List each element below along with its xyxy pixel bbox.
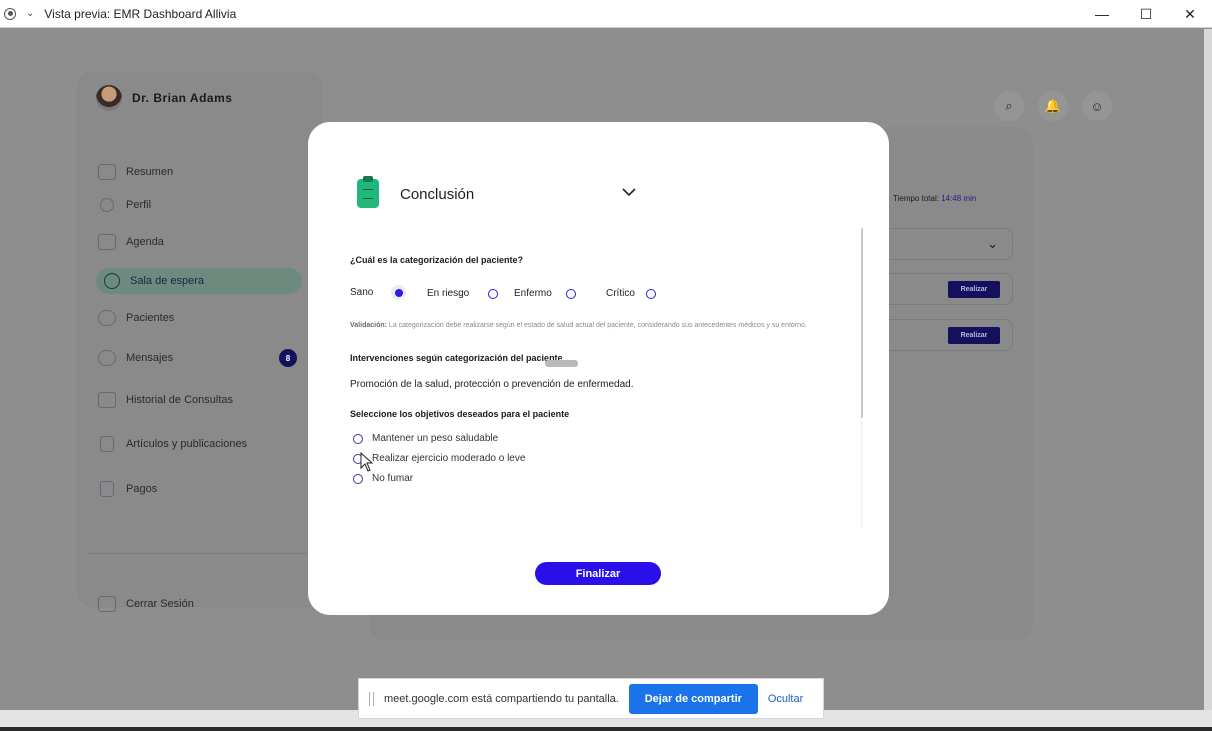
- finalize-button[interactable]: Finalizar: [535, 562, 661, 585]
- search-icon[interactable]: ⌕: [994, 91, 1024, 121]
- screen-share-bar: meet.google.com está compartiendo tu pan…: [358, 678, 824, 719]
- total-time: Tiempo total: 14:48 min: [893, 194, 977, 203]
- sidebar-item-pagos[interactable]: Pagos: [98, 476, 303, 502]
- chevron-down-icon[interactable]: [621, 184, 637, 200]
- clipboard-icon: [357, 176, 379, 208]
- window-title: Vista previa: EMR Dashboard Allivia: [44, 6, 237, 21]
- conclusion-modal: Conclusión ¿Cuál es la categorización de…: [308, 122, 889, 615]
- interventions-text: Promoción de la salud, protección o prev…: [350, 379, 634, 390]
- category-label-en-riesgo: En riesgo: [427, 288, 470, 299]
- realizar-button[interactable]: Realizar: [948, 327, 1000, 344]
- taskbar-edge: [0, 727, 1212, 731]
- category-label-enfermo: Enfermo: [514, 288, 552, 299]
- goal-label: Realizar ejercicio moderado o leve: [372, 453, 526, 464]
- sidebar-item-label: Pagos: [126, 483, 158, 495]
- validation-note: Validación: La categorización debe reali…: [350, 322, 807, 329]
- sidebar-item-pacientes[interactable]: Pacientes: [98, 305, 303, 331]
- category-radio-critico[interactable]: [646, 289, 656, 299]
- bell-icon[interactable]: 🔔: [1038, 91, 1068, 121]
- task-row: Realizar: [880, 319, 1013, 351]
- drag-handle-icon[interactable]: [369, 691, 374, 706]
- goals-heading: Seleccione los objetivos deseados para e…: [350, 409, 570, 419]
- category-radio-sano[interactable]: [391, 285, 406, 300]
- sidebar-item-sala-de-espera[interactable]: Sala de espera: [96, 268, 302, 294]
- sidebar-item-perfil[interactable]: Perfil: [98, 192, 303, 218]
- category-radio-en-riesgo[interactable]: [488, 289, 498, 299]
- sidebar-item-mensajes[interactable]: Mensajes 8: [98, 345, 303, 371]
- sidebar-item-label: Resumen: [126, 166, 174, 178]
- sidebar-item-label: Sala de espera: [130, 275, 204, 287]
- user-icon: [100, 198, 114, 212]
- sidebar-item-articulos[interactable]: Artículos y publicaciones: [98, 431, 303, 457]
- maximize-button[interactable]: ☐: [1124, 0, 1168, 28]
- calendar-icon: [98, 234, 116, 250]
- archive-icon: [98, 392, 116, 408]
- goal-checkbox[interactable]: [353, 474, 363, 484]
- chat-icon: [98, 350, 116, 366]
- goal-label: No fumar: [372, 473, 414, 484]
- doctor-profile[interactable]: Dr. Brian Adams: [96, 85, 232, 111]
- clock-icon: [104, 273, 120, 289]
- grid-icon: [98, 164, 116, 180]
- receipt-icon: [100, 481, 114, 497]
- sidebar-item-label: Artículos y publicaciones: [126, 438, 248, 450]
- category-label-sano: Sano: [350, 287, 374, 298]
- sidebar-item-resumen[interactable]: Resumen: [98, 159, 303, 185]
- sidebar-item-label: Perfil: [126, 199, 152, 211]
- total-time-value: 14:48 min: [941, 194, 977, 203]
- goal-checkbox[interactable]: [353, 434, 363, 444]
- modal-title: Conclusión: [400, 186, 475, 203]
- stop-sharing-button[interactable]: Dejar de compartir: [628, 683, 758, 714]
- scrollbar[interactable]: [861, 228, 863, 418]
- goal-label: Mantener un peso saludable: [372, 433, 499, 444]
- doctor-name: Dr. Brian Adams: [132, 91, 233, 105]
- sidebar-item-agenda[interactable]: Agenda: [98, 229, 303, 255]
- screen-record-icon: [4, 7, 16, 20]
- tooltip: [545, 360, 578, 367]
- close-button[interactable]: ✕: [1168, 0, 1212, 28]
- sidebar-item-historial[interactable]: Historial de Consultas: [98, 387, 303, 413]
- sidebar-item-label: Pacientes: [126, 312, 175, 324]
- avatar: [96, 85, 122, 111]
- sidebar-item-label: Agenda: [126, 236, 164, 248]
- sidebar: Dr. Brian Adams Resumen Perfil Agenda Sa…: [78, 73, 321, 612]
- sidebar-item-label: Historial de Consultas: [126, 394, 233, 406]
- sidebar-item-label: Mensajes: [126, 352, 174, 364]
- users-icon: [98, 310, 116, 326]
- mouse-cursor-icon: [360, 452, 374, 472]
- logout-icon: [98, 596, 116, 612]
- background-dropdown[interactable]: ⌄: [880, 228, 1013, 260]
- divider: [88, 553, 311, 554]
- minimize-button[interactable]: —: [1080, 0, 1124, 28]
- chevron-down-icon: ⌄: [987, 236, 998, 251]
- share-status-text: meet.google.com está compartiendo tu pan…: [384, 692, 619, 705]
- category-radio-enfermo[interactable]: [566, 289, 576, 299]
- task-row: Realizar: [880, 273, 1013, 305]
- category-label-critico: Crítico: [606, 288, 635, 299]
- profile-icon[interactable]: ☺: [1082, 91, 1112, 121]
- chevron-down-icon[interactable]: ⌄: [26, 8, 34, 19]
- realizar-button[interactable]: Realizar: [948, 281, 1000, 298]
- interventions-heading: Intervenciones según categorización del …: [350, 353, 563, 363]
- logout-label: Cerrar Sesión: [126, 598, 194, 610]
- logout-button[interactable]: Cerrar Sesión: [98, 591, 303, 617]
- scrollbar-track: [861, 418, 862, 528]
- hide-link[interactable]: Ocultar: [768, 693, 803, 705]
- document-icon: [100, 436, 114, 452]
- window-titlebar: ⌄ Vista previa: EMR Dashboard Allivia — …: [0, 0, 1212, 28]
- category-question: ¿Cuál es la categorización del paciente?: [350, 255, 524, 265]
- unread-badge: 8: [279, 349, 297, 367]
- window-edge: [1204, 29, 1212, 710]
